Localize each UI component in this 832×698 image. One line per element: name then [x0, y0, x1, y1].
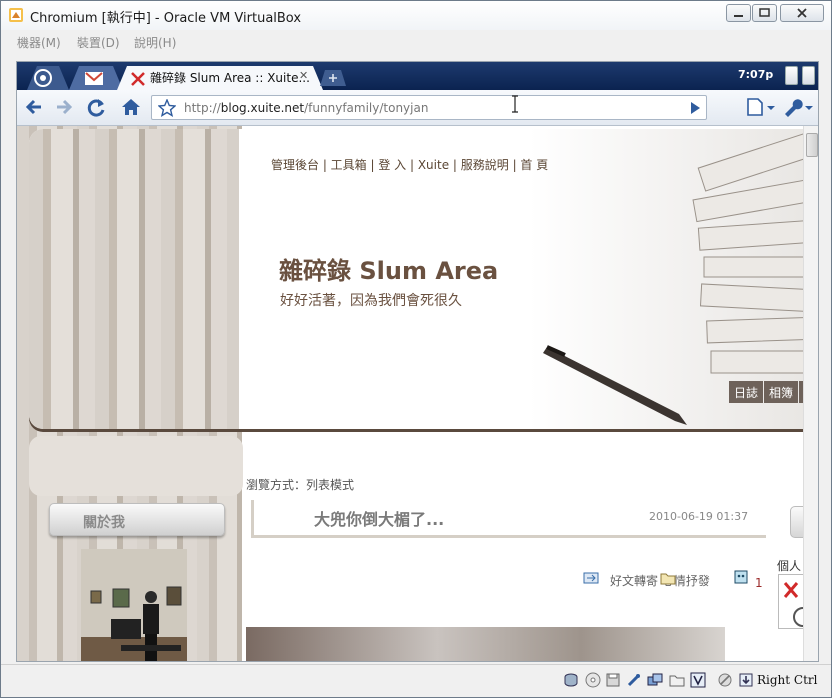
- tab-close-button[interactable]: ✕: [299, 69, 308, 82]
- minimize-icon: [734, 15, 743, 17]
- url-text[interactable]: http://blog.xuite.net/funnyfamily/tonyja…: [184, 101, 428, 115]
- floppy-icon[interactable]: [605, 672, 621, 688]
- scrollbar-thumb[interactable]: [806, 133, 818, 157]
- page-menu-icon[interactable]: [743, 96, 777, 118]
- view-mode-label[interactable]: 瀏覽方式：列表模式: [246, 476, 354, 493]
- personal-label: 個人: [777, 559, 802, 573]
- blog-subtitle: 好好活著，因為我們會死很久: [280, 293, 462, 309]
- system-menu-button[interactable]: [802, 66, 815, 85]
- about-me-label: 關於我: [83, 515, 125, 531]
- go-icon[interactable]: [688, 101, 702, 115]
- vm-status-bar: Right Ctrl: [1, 664, 831, 697]
- header-stripes: [29, 129, 239, 429]
- forward-article-icon[interactable]: [583, 571, 599, 585]
- tab-chromium[interactable]: [27, 66, 69, 90]
- sidebar-top-box: [29, 436, 243, 496]
- nav-tab-journal[interactable]: 日誌: [729, 381, 764, 403]
- optical-drive-icon[interactable]: [585, 672, 601, 688]
- profile-photo[interactable]: [81, 549, 187, 661]
- new-tab-button[interactable]: [320, 66, 346, 90]
- system-clock: 7:07p: [738, 68, 774, 81]
- tab-gmail[interactable]: [69, 66, 123, 90]
- hard-disk-icon[interactable]: [563, 672, 579, 688]
- keyboard-capture-icon[interactable]: [738, 672, 754, 688]
- blog-header: 管理後台 | 工具箱 | 登 入 | Xuite | 服務說明 | 首 頁 雜碎…: [29, 129, 818, 429]
- bookmark-star-icon[interactable]: [158, 99, 176, 117]
- browser-tab-strip: 雜碎錄 Slum Area :: Xuite... ✕ 7:07p: [17, 62, 818, 90]
- forward-icon[interactable]: [51, 96, 75, 118]
- virtualization-icon[interactable]: [690, 672, 706, 688]
- xuite-favicon-icon: [131, 72, 145, 86]
- nav-tab-album[interactable]: 相簿: [764, 381, 799, 403]
- post-image[interactable]: [246, 627, 725, 661]
- about-me-header: 關於我: [49, 503, 225, 536]
- url-host: blog.xuite.net: [220, 101, 305, 115]
- post-date: 2010-06-19 01:37: [649, 510, 749, 523]
- virtualbox-app-icon: [9, 8, 23, 22]
- wrench-menu-icon[interactable]: [781, 96, 815, 118]
- post-header: 大兜你倒大楣了... 2010-06-19 01:37: [251, 500, 766, 538]
- minimize-button[interactable]: [726, 4, 751, 22]
- network-icon[interactable]: [647, 672, 663, 688]
- shared-folder-icon[interactable]: [669, 672, 685, 688]
- post-title[interactable]: 大兜你倒大楣了...: [314, 506, 444, 530]
- close-window-button[interactable]: [780, 4, 824, 22]
- page-scrollbar[interactable]: [803, 126, 818, 661]
- close-icon: [797, 8, 807, 18]
- gallery-scene-icon: [81, 549, 187, 661]
- restore-icon: [759, 8, 770, 17]
- virtualbox-window: Chromium [執行中] - Oracle VM VirtualBox 機器…: [0, 0, 832, 698]
- address-bar[interactable]: http://blog.xuite.net/funnyfamily/tonyja…: [151, 95, 707, 120]
- post-count: 1: [755, 576, 763, 590]
- web-page: 管理後台 | 工具箱 | 登 入 | Xuite | 服務說明 | 首 頁 雜碎…: [17, 126, 818, 661]
- vm-display[interactable]: 雜碎錄 Slum Area :: Xuite... ✕ 7:07p http:/…: [16, 61, 819, 662]
- chromium-logo-icon: [34, 69, 52, 87]
- maximize-button[interactable]: [752, 4, 777, 22]
- title-bar: Chromium [執行中] - Oracle VM VirtualBox: [1, 1, 831, 30]
- menu-bar: 機器(M) 裝置(D) 說明(H): [1, 30, 831, 53]
- text-cursor-icon: [512, 95, 518, 113]
- gmail-icon: [85, 72, 103, 85]
- reload-icon[interactable]: [85, 96, 109, 118]
- home-icon[interactable]: [119, 96, 143, 118]
- back-icon[interactable]: [23, 96, 47, 118]
- folder-icon: [660, 573, 676, 585]
- browser-toolbar: http://blog.xuite.net/funnyfamily/tonyja…: [17, 90, 818, 126]
- network-status-button[interactable]: [785, 66, 798, 85]
- menu-machine[interactable]: 機器(M): [17, 34, 61, 51]
- usb-icon[interactable]: [626, 672, 642, 688]
- admin-links[interactable]: 管理後台 | 工具箱 | 登 入 | Xuite | 服務說明 | 首 頁: [271, 156, 548, 173]
- active-tab-title: 雜碎錄 Slum Area :: Xuite...: [150, 71, 310, 85]
- host-key-label: Right Ctrl: [757, 673, 818, 687]
- new-tab-icon: [320, 70, 346, 86]
- mood-icon: [734, 570, 748, 584]
- mouse-integration-icon[interactable]: [717, 672, 733, 688]
- menu-help[interactable]: 說明(H): [134, 34, 176, 51]
- window-title: Chromium [執行中] - Oracle VM VirtualBox: [30, 11, 302, 26]
- url-scheme: http://: [184, 101, 221, 115]
- url-path: /funnyfamily/tonyjan: [304, 101, 429, 115]
- menu-devices[interactable]: 裝置(D): [77, 34, 120, 51]
- blog-title[interactable]: 雜碎錄 Slum Area: [279, 251, 498, 286]
